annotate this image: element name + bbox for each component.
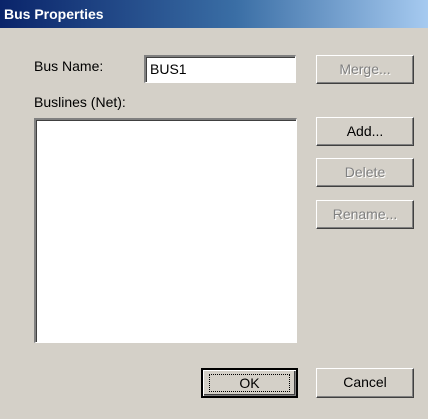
buslines-list[interactable] xyxy=(34,118,297,343)
merge-button[interactable]: Merge... xyxy=(316,55,414,84)
ok-button-label: OK xyxy=(239,375,260,391)
dialog-title: Bus Properties xyxy=(4,6,104,22)
bus-name-label: Bus Name: xyxy=(34,58,104,74)
add-button[interactable]: Add... xyxy=(316,117,414,146)
add-button-label: Add... xyxy=(346,123,384,139)
cancel-button-label: Cancel xyxy=(343,374,387,390)
rename-button[interactable]: Rename... xyxy=(316,200,414,229)
delete-button-label: Delete xyxy=(344,164,386,180)
ok-button[interactable]: OK xyxy=(201,368,298,398)
bus-name-input[interactable]: BUS1 xyxy=(144,55,296,83)
bus-name-value: BUS1 xyxy=(150,61,187,77)
rename-button-label: Rename... xyxy=(332,206,398,222)
dialog-title-bar[interactable]: Bus Properties xyxy=(0,0,428,28)
delete-button[interactable]: Delete xyxy=(316,158,414,187)
buslines-label: Buslines (Net): xyxy=(34,94,126,110)
bus-properties-dialog: Bus Properties Bus Name: BUS1 Buslines (… xyxy=(0,0,428,419)
cancel-button[interactable]: Cancel xyxy=(316,368,414,398)
merge-button-label: Merge... xyxy=(339,61,391,77)
